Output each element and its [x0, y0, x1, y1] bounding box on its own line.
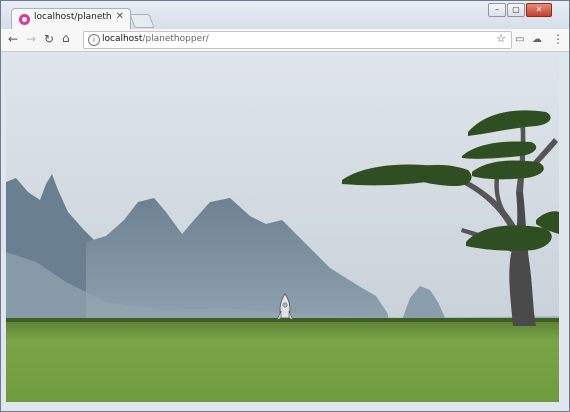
minimize-button[interactable]: – [488, 3, 506, 17]
close-button[interactable]: ✕ [526, 3, 552, 17]
browser-window: localhost/planethopper/ ✕ – ▢ ✕ ← → ↻ ⌂ … [0, 0, 570, 412]
window-bottom-edge [1, 402, 569, 411]
star-icon[interactable]: ☆ [496, 32, 506, 45]
tab-title: localhost/planethopper/ [34, 12, 112, 22]
browser-toolbar: ← → ↻ ⌂ i localhost/planethopper/ ☆ ▭ ☁ … [1, 29, 569, 52]
title-bar: localhost/planethopper/ ✕ – ▢ ✕ [1, 1, 569, 30]
url-path: /planethopper/ [142, 34, 209, 44]
horizon-line [6, 318, 559, 322]
address-bar[interactable]: i localhost/planethopper/ ☆ [83, 31, 512, 49]
game-viewport[interactable] [6, 52, 559, 402]
reload-icon[interactable]: ↻ [44, 32, 54, 46]
arrow-right-icon[interactable]: → [26, 32, 36, 46]
browser-tab[interactable]: localhost/planethopper/ ✕ [11, 8, 131, 30]
url-text: localhost/planethopper/ [102, 34, 209, 44]
more-vertical-icon[interactable]: ⋮ [552, 32, 564, 46]
game-scene[interactable] [6, 52, 559, 402]
ground [6, 319, 559, 402]
home-icon[interactable]: ⌂ [62, 31, 70, 45]
app-favicon-icon [19, 14, 30, 25]
new-tab-button[interactable] [129, 14, 155, 28]
arrow-left-icon[interactable]: ← [8, 32, 18, 46]
info-icon[interactable]: i [88, 34, 100, 46]
url-host: localhost [102, 34, 143, 44]
tab-close-icon[interactable]: ✕ [116, 11, 124, 22]
extension-icon[interactable]: ☁ [532, 34, 542, 45]
cast-icon[interactable]: ▭ [515, 34, 524, 45]
maximize-button[interactable]: ▢ [507, 3, 525, 17]
